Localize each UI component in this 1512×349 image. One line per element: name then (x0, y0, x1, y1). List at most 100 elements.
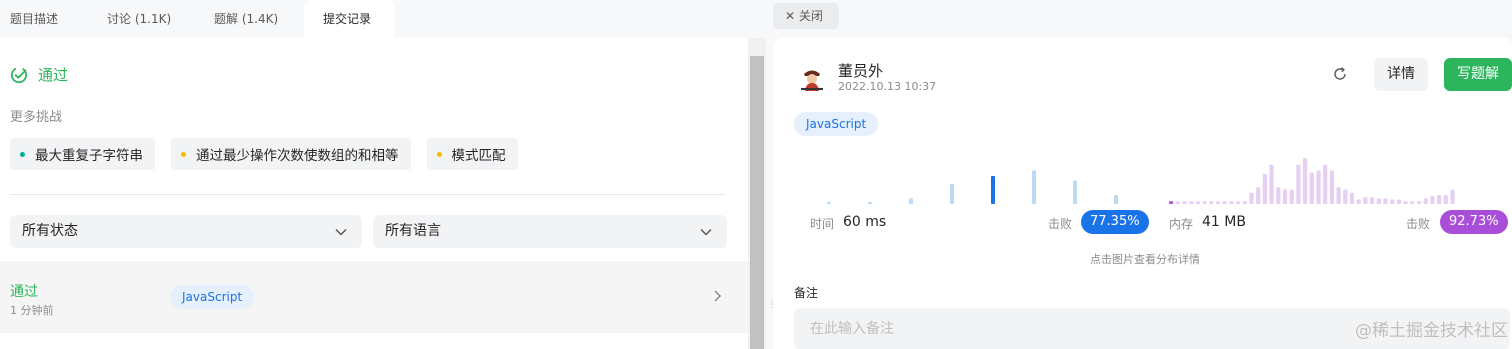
runtime-label: 时间 (810, 217, 835, 231)
submission-date: 2022.10.13 10:37 (838, 80, 937, 93)
distribution-charts[interactable] (774, 148, 1512, 210)
distribution-bar (1443, 195, 1448, 204)
detail-button[interactable]: 详情 (1374, 58, 1428, 91)
distribution-bar (1202, 201, 1207, 204)
distribution-bar (1370, 197, 1375, 204)
left-pane: 题目描述 讨论 (1.1K) 题解 (1.4K) 提交记录 通过 更多挑战 最大… (0, 0, 750, 349)
distribution-bar (950, 183, 954, 204)
language-badge: JavaScript (794, 112, 879, 136)
more-challenges-list: 最大重复子字符串 通过最少操作次数使数组的和相等 模式匹配 (10, 138, 534, 170)
distribution-bar (1296, 164, 1301, 204)
chevron-down-icon (335, 228, 347, 236)
difficulty-dot (181, 151, 186, 157)
close-tab-button[interactable]: ✕ 关闭 (773, 3, 839, 29)
challenge-chip-label: 最大重复子字符串 (35, 148, 143, 164)
distribution-bar (827, 201, 831, 204)
distribution-bar (1437, 195, 1442, 204)
distribution-hint: 点击图片查看分布详情 (1090, 253, 1200, 266)
result-status: 通过 (10, 64, 68, 85)
distribution-bar (1236, 201, 1241, 204)
tab-solutions[interactable]: 题解 (1.4K) (200, 0, 304, 38)
distribution-bar (1430, 196, 1435, 204)
distribution-bar (1175, 201, 1180, 204)
distribution-bar (1249, 192, 1254, 204)
distribution-bar (1383, 198, 1388, 204)
avatar[interactable] (798, 64, 826, 92)
watermark: @稀土掘金技术社区 (1355, 321, 1508, 341)
memory-label: 内存 (1169, 217, 1194, 231)
refresh-icon[interactable] (1332, 66, 1348, 82)
runtime-beat-badge: 77.35% (1081, 210, 1149, 234)
pane-splitter[interactable]: ⋮ (766, 0, 776, 349)
distribution-bar (1032, 170, 1036, 204)
language-filter-select[interactable]: 所有语言 (373, 215, 727, 248)
distribution-bar (1182, 201, 1187, 204)
distribution-bar (1256, 187, 1261, 204)
user-name: 董员外 (838, 62, 884, 80)
runtime-distribution-chart[interactable] (827, 170, 1118, 204)
note-label: 备注 (794, 286, 819, 300)
status-filter-value: 所有状态 (22, 223, 78, 239)
distribution-bar (1289, 189, 1294, 204)
distribution-bar (1269, 164, 1274, 204)
challenge-chip-label: 模式匹配 (451, 148, 506, 164)
tab-discussion[interactable]: 讨论 (1.1K) (93, 0, 200, 38)
submission-row[interactable]: 通过 1 分钟前 JavaScript (0, 261, 750, 333)
distribution-bar (1356, 199, 1361, 204)
divider (10, 194, 725, 195)
distribution-bar (1215, 201, 1221, 204)
distribution-bar (1323, 164, 1328, 204)
distribution-bar (1209, 201, 1214, 204)
distribution-bar (991, 176, 995, 204)
submission-language-badge: JavaScript (170, 285, 255, 309)
distribution-bar (1316, 170, 1321, 204)
check-circle-icon (10, 66, 28, 83)
challenge-chip[interactable]: 最大重复子字符串 (10, 138, 155, 170)
tab-description[interactable]: 题目描述 (0, 0, 93, 38)
write-solution-button[interactable]: 写题解 (1444, 58, 1512, 91)
challenge-chip[interactable]: 通过最少操作次数使数组的和相等 (171, 138, 411, 170)
result-status-text: 通过 (38, 66, 69, 84)
distribution-bar (909, 198, 913, 204)
challenge-chip[interactable]: 模式匹配 (426, 138, 518, 170)
distribution-bar (1423, 198, 1428, 204)
runtime-value: 60 ms (843, 214, 887, 230)
tab-submissions[interactable]: 提交记录 (304, 0, 394, 38)
chevron-right-icon (714, 290, 722, 302)
distribution-bar (1195, 201, 1200, 204)
memory-beat-badge: 92.73% (1440, 210, 1508, 234)
more-challenges-label: 更多挑战 (10, 110, 63, 125)
distribution-bar (1169, 201, 1174, 204)
distribution-bar (1276, 187, 1281, 204)
language-filter-value: 所有语言 (385, 223, 441, 239)
distribution-bar (1282, 189, 1288, 204)
distribution-bar (1450, 189, 1455, 204)
scrollbar-thumb[interactable] (750, 56, 764, 349)
distribution-bar (1396, 199, 1401, 204)
challenge-chip-label: 通过最少操作次数使数组的和相等 (196, 148, 399, 164)
distribution-bar (1229, 201, 1234, 204)
memory-distribution-chart[interactable] (1169, 158, 1455, 204)
difficulty-dot (20, 151, 25, 157)
distribution-bar (1376, 198, 1381, 204)
submission-detail-panel: 董员外 2022.10.13 10:37 详情 写题解 JavaScript 时… (774, 38, 1512, 349)
distribution-bar (1363, 197, 1368, 204)
status-filter-select[interactable]: 所有状态 (10, 215, 362, 248)
left-scrollbar[interactable] (748, 38, 766, 349)
memory-value: 41 MB (1202, 214, 1246, 230)
app-root: 题目描述 讨论 (1.1K) 题解 (1.4K) 提交记录 通过 更多挑战 最大… (0, 0, 1512, 349)
distribution-bar (1189, 201, 1194, 204)
distribution-bar (1349, 192, 1355, 204)
submission-time: 1 分钟前 (10, 304, 54, 317)
distribution-bar (1242, 201, 1247, 204)
distribution-bar (1222, 201, 1227, 204)
distribution-bar (1410, 201, 1415, 204)
distribution-bar (1309, 172, 1314, 204)
distribution-bar (1262, 173, 1267, 204)
difficulty-dot (436, 151, 442, 157)
distribution-bar (1343, 189, 1348, 204)
submission-status: 通过 (10, 284, 38, 300)
distribution-bar (1114, 195, 1118, 204)
memory-beat-label: 击败 (1406, 217, 1431, 231)
right-tab-bar (772, 0, 1512, 32)
